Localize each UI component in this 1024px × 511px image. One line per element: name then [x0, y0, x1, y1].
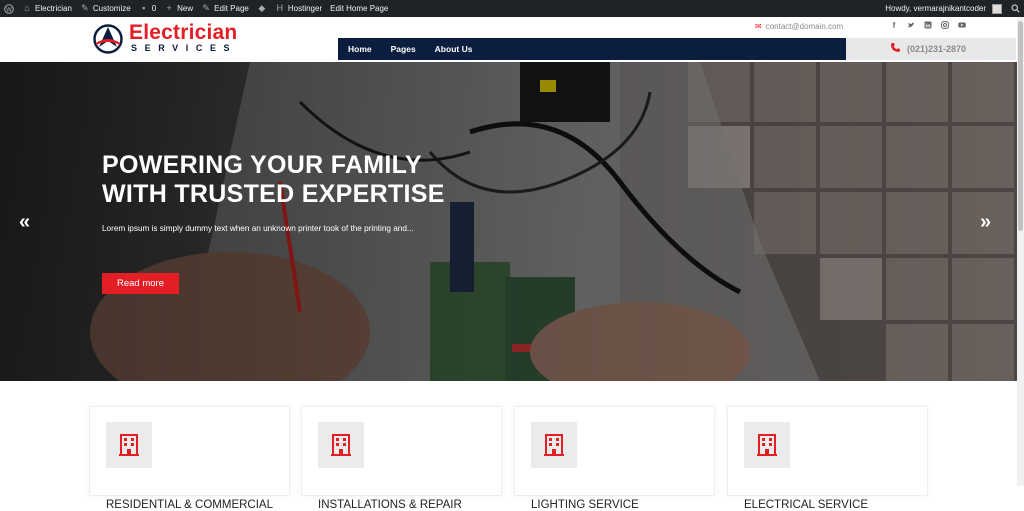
phone-number: (021)231-2870 — [907, 44, 967, 54]
customize-link[interactable]: ✎ Customize — [76, 0, 135, 17]
hero-title: POWERING YOUR FAMILY WITH TRUSTED EXPERT… — [102, 151, 445, 209]
building-icon — [119, 434, 139, 456]
main-navigation: Home Pages About Us — [338, 38, 846, 60]
phone-icon — [890, 42, 901, 56]
service-icon-box — [531, 422, 577, 468]
hero-title-line-1: POWERING YOUR FAMILY — [102, 151, 422, 179]
service-card[interactable]: RESIDENTIAL & COMMERCIAL — [89, 406, 290, 511]
account-menu[interactable]: Howdy, vermarajnikantcoder — [881, 0, 1006, 17]
phone-contact[interactable]: (021)231-2870 — [846, 38, 1016, 60]
envelope-icon: ✉ — [755, 22, 762, 31]
contact-email[interactable]: ✉ contact@domain.com — [755, 22, 843, 31]
new-label: New — [177, 4, 194, 13]
slider-next-arrow[interactable]: » — [980, 212, 991, 232]
twitter-icon[interactable] — [907, 21, 915, 29]
building-icon — [757, 434, 777, 456]
nav-item-pages[interactable]: Pages — [391, 44, 416, 54]
read-more-button[interactable]: Read more — [102, 273, 179, 294]
youtube-icon[interactable] — [958, 21, 966, 29]
service-title: LIGHTING SERVICE — [531, 499, 639, 511]
logo-title: Electrician — [129, 21, 238, 44]
search-icon — [1010, 4, 1020, 14]
building-icon — [331, 434, 351, 456]
wp-logo-button[interactable]: W — [0, 0, 18, 17]
service-icon-box — [744, 422, 790, 468]
new-content-link[interactable]: + New — [160, 0, 197, 17]
service-card[interactable]: LIGHTING SERVICE — [514, 406, 715, 511]
service-icon-box — [318, 422, 364, 468]
service-card[interactable]: INSTALLATIONS & REPAIR — [301, 406, 502, 511]
hostinger-label: Hostinger — [287, 4, 323, 13]
brush-icon: ✎ — [81, 3, 89, 13]
hero-slider: POWERING YOUR FAMILY WITH TRUSTED EXPERT… — [0, 62, 1017, 381]
site-header: Electrician SERVICES ✉ contact@domain.co… — [0, 17, 1024, 62]
svg-text:W: W — [6, 6, 12, 13]
home-icon: ⌂ — [24, 3, 30, 13]
wp-admin-bar: W ⌂ Electrician ✎ Customize ▪ 0 + New ✎ … — [0, 0, 1024, 17]
logo-emblem-icon — [93, 23, 123, 54]
avatar — [992, 3, 1002, 14]
social-links: f in — [890, 21, 966, 30]
logo-subtitle: SERVICES — [131, 43, 238, 53]
facebook-icon[interactable]: f — [890, 21, 898, 30]
page-scrollbar[interactable] — [1017, 17, 1024, 486]
wordpress-icon: W — [4, 3, 14, 14]
linkedin-icon[interactable]: in — [924, 21, 932, 29]
site-logo[interactable]: Electrician SERVICES — [93, 21, 238, 54]
hero-description: Lorem ipsum is simply dummy text when an… — [102, 224, 414, 233]
edit-page-link[interactable]: ✎ Edit Page — [197, 0, 253, 17]
plus-icon: + — [166, 3, 172, 13]
comment-icon: ▪ — [142, 3, 146, 13]
hostinger-icon: H — [276, 3, 284, 13]
hostinger-link[interactable]: H Hostinger — [271, 0, 326, 17]
scrollbar-thumb[interactable] — [1018, 21, 1023, 231]
email-text: contact@domain.com — [765, 22, 844, 31]
edit-page-label: Edit Page — [214, 4, 249, 13]
hero-title-line-2: WITH TRUSTED EXPERTISE — [102, 180, 445, 208]
admin-search-button[interactable] — [1006, 0, 1024, 17]
nav-item-home[interactable]: Home — [348, 44, 372, 54]
instagram-icon[interactable] — [941, 21, 949, 29]
site-name-link[interactable]: ⌂ Electrician — [18, 0, 76, 17]
services-section: RESIDENTIAL & COMMERCIAL INSTALLATIONS &… — [0, 381, 1017, 511]
service-title: RESIDENTIAL & COMMERCIAL — [106, 499, 273, 511]
nav-item-about-us[interactable]: About Us — [435, 44, 473, 54]
edit-home-page-label: Edit Home Page — [330, 4, 389, 13]
comments-link[interactable]: ▪ 0 — [135, 0, 160, 17]
service-title: ELECTRICAL SERVICE — [744, 499, 868, 511]
comments-count: 0 — [151, 4, 157, 13]
pencil-icon: ✎ — [202, 3, 210, 13]
edit-home-page-link[interactable]: Edit Home Page — [326, 0, 392, 17]
service-title: INSTALLATIONS & REPAIR — [318, 499, 462, 511]
service-card[interactable]: ELECTRICAL SERVICE — [727, 406, 928, 511]
slider-prev-arrow[interactable]: « — [19, 212, 30, 232]
howdy-label: Howdy, vermarajnikantcoder — [885, 4, 986, 13]
svg-text:in: in — [925, 23, 931, 29]
customize-label: Customize — [92, 4, 131, 13]
diamond-link[interactable]: ◆ — [253, 0, 271, 17]
service-icon-box — [106, 422, 152, 468]
building-icon — [544, 434, 564, 456]
diamond-icon: ◆ — [258, 3, 266, 13]
site-name-label: Electrician — [35, 4, 72, 13]
